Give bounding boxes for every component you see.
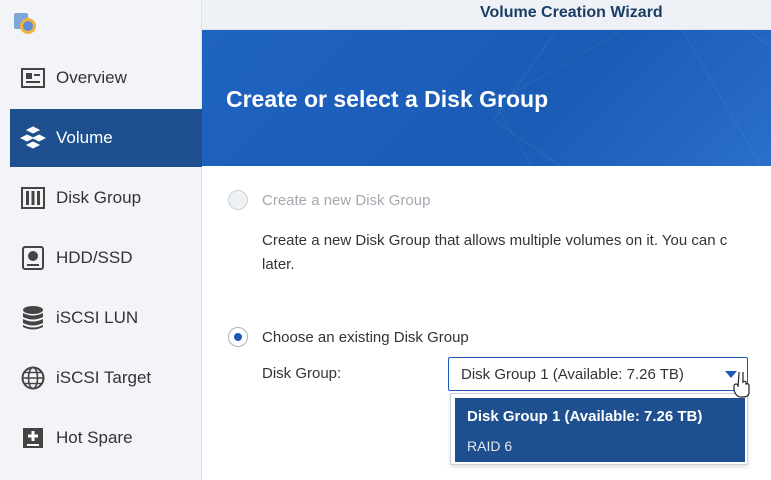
sidebar-item-label: HDD/SSD (56, 248, 133, 267)
sidebar-item-hdd-ssd[interactable]: HDD/SSD (10, 229, 202, 287)
choose-existing-label: Choose an existing Disk Group (262, 328, 469, 346)
description-line: Create a new Disk Group that allows mult… (262, 232, 728, 249)
sidebar-item-overview[interactable]: Overview (10, 49, 202, 107)
volume-icon (20, 125, 46, 151)
wizard-title: Volume Creation Wizard (480, 4, 663, 21)
create-new-label: Create a new Disk Group (262, 191, 431, 209)
sidebar-item-disk-group[interactable]: Disk Group (10, 169, 202, 227)
sidebar: Overview Volume Disk Group HDD/SSD iSCSI… (0, 0, 202, 480)
option-choose-existing-disk-group[interactable]: Choose an existing Disk Group (228, 327, 469, 347)
sidebar-item-label: Overview (56, 68, 127, 87)
wizard-banner: Create or select a Disk Group (202, 30, 771, 166)
hdd-icon (20, 245, 46, 271)
option-subtitle: RAID 6 (467, 438, 513, 454)
hand-cursor-icon (733, 370, 751, 398)
storage-manager-app-icon (12, 10, 38, 36)
sidebar-item-hot-spare[interactable]: Hot Spare (10, 409, 202, 467)
globe-icon (20, 365, 46, 391)
wizard-titlebar: Volume Creation Wizard (202, 0, 771, 30)
overview-icon (20, 65, 46, 91)
sidebar-item-volume[interactable]: Volume (10, 109, 202, 167)
disk-group-field-label: Disk Group: (262, 365, 342, 382)
sidebar-item-label: Hot Spare (56, 428, 133, 447)
sidebar-item-iscsi-target[interactable]: iSCSI Target (10, 349, 202, 407)
option-title: Disk Group 1 (Available: 7.26 TB) (467, 408, 703, 425)
create-new-radio[interactable] (228, 190, 248, 210)
wizard-panel: Volume Creation Wizard Create or select … (202, 0, 771, 480)
description-line: later. (262, 256, 295, 273)
disk-group-select[interactable]: Disk Group 1 (Available: 7.26 TB) (448, 357, 748, 391)
iscsi-lun-icon (20, 305, 46, 331)
sidebar-item-label: Volume (56, 128, 113, 147)
disk-group-dropdown: Disk Group 1 (Available: 7.26 TB) RAID 6 (450, 393, 748, 465)
disk-group-icon (20, 185, 46, 211)
choose-existing-radio[interactable] (228, 327, 248, 347)
wizard-heading: Create or select a Disk Group (226, 86, 549, 112)
sidebar-item-iscsi-lun[interactable]: iSCSI LUN (10, 289, 202, 347)
disk-group-select-value: Disk Group 1 (Available: 7.26 TB) (461, 366, 684, 383)
sidebar-item-label: Disk Group (56, 188, 142, 207)
sidebar-item-label: iSCSI Target (56, 368, 152, 387)
option-create-new-disk-group[interactable]: Create a new Disk Group (228, 190, 430, 210)
hot-spare-icon (20, 425, 46, 451)
sidebar-item-label: iSCSI LUN (56, 308, 139, 327)
dropdown-option-disk-group-1[interactable]: Disk Group 1 (Available: 7.26 TB) RAID 6 (455, 398, 745, 462)
create-new-description: Create a new Disk Group that allows mult… (262, 229, 771, 277)
